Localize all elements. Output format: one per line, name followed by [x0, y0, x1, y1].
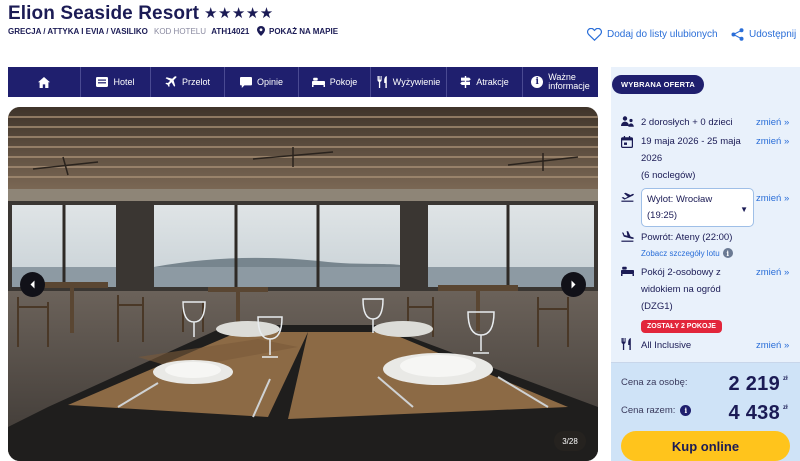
nav-hotel-label: Hotel: [113, 77, 135, 87]
travelers-value: 2 dorosłych + 0 dzieci: [641, 117, 733, 128]
departure-line1: Wylot: Wrocław: [647, 194, 713, 205]
hotel-code-label: KOD HOTELU: [154, 27, 207, 36]
show-on-map-label: POKAŻ NA MAPIE: [269, 26, 339, 36]
price-total-label: Cena razem:: [621, 405, 676, 416]
home-icon: [38, 76, 50, 88]
room-line3: (DZG1): [641, 301, 673, 312]
nights-value: (6 noclegów): [641, 170, 696, 181]
add-to-favorites-link[interactable]: Dodaj do listy ulubionych: [587, 28, 718, 41]
gallery-counter: 3/28: [554, 431, 586, 451]
chevron-right-icon: [571, 280, 576, 289]
nav-reviews[interactable]: Opinie: [224, 67, 298, 97]
dates-line2: 2026: [641, 153, 663, 164]
star-rating: ★★★★★: [204, 5, 274, 22]
nav-rooms-label: Pokoje: [329, 77, 358, 87]
gallery-photo: [8, 107, 598, 461]
dates-value: 19 maja 2026 - 25 maja 2026 (6 noclegów): [641, 133, 741, 184]
plane-departure-icon: [621, 192, 634, 202]
change-board-link[interactable]: zmień »: [756, 340, 789, 351]
nav-important-info-label: Ważne informacje: [548, 73, 590, 91]
hotel-icon: [96, 77, 109, 87]
cutlery-icon: [377, 76, 387, 88]
bed-icon: [621, 266, 634, 276]
nav-board-label: Wyżywienie: [392, 77, 441, 87]
signpost-icon: [460, 76, 472, 88]
chat-icon: [239, 76, 252, 88]
price-per-person-label: Cena za osobę:: [621, 377, 688, 388]
plane-arrival-icon: [621, 231, 634, 242]
info-icon: i: [722, 248, 733, 258]
info-icon[interactable]: i: [680, 405, 692, 416]
nav-important-info[interactable]: i Ważne informacje: [522, 67, 598, 97]
caret-down-icon: ▼: [740, 205, 748, 214]
price-total-currency: zł: [783, 405, 788, 411]
flight-details-label: Zobacz szczegóły lotu: [641, 248, 720, 258]
nav-reviews-label: Opinie: [256, 77, 283, 87]
share-label: Udostępnij: [749, 29, 797, 40]
flight-details-link[interactable]: Zobacz szczegóły lotu i: [641, 248, 733, 258]
buy-online-button[interactable]: Kup online: [621, 431, 790, 461]
nav-flight-label: Przelot: [181, 77, 210, 87]
chevron-left-icon: [30, 280, 35, 289]
dates-line1: 19 maja 2026 - 25 maja: [641, 136, 741, 147]
nav-flight[interactable]: Przelot: [150, 67, 224, 97]
price-total-label-wrap: Cena razem: i: [621, 405, 692, 416]
room-line2: widokiem na ogród: [641, 284, 721, 295]
board-value: All Inclusive: [641, 340, 692, 351]
room-line1: Pokój 2-osobowy z: [641, 267, 721, 278]
nav-attractions-label: Atrakcje: [476, 77, 509, 87]
departure-airport-select[interactable]: Wylot: Wrocław (19:25) ▼: [641, 188, 754, 227]
rooms-left-badge: ZOSTAŁY 2 POKOJE: [641, 320, 722, 333]
share-icon: [731, 28, 744, 41]
map-pin-icon: [257, 26, 265, 36]
price-per-person-value: 2 219: [728, 373, 780, 395]
departure-line2: (19:25): [647, 210, 678, 221]
price-per-person-currency: zł: [783, 376, 788, 382]
calendar-icon: [621, 136, 633, 148]
nav-home[interactable]: [8, 67, 80, 97]
price-total-value: 4 438: [728, 402, 780, 424]
gallery-prev-button[interactable]: [20, 272, 45, 297]
change-travelers-link[interactable]: zmień »: [756, 117, 789, 128]
section-nav: Hotel Przelot Opinie Pokoje Wyżywienie A…: [8, 67, 598, 97]
people-icon: [621, 116, 634, 127]
plane-icon: [165, 76, 177, 87]
return-value: Powrót: Ateny (22:00): [641, 232, 733, 243]
change-dates-link[interactable]: zmień »: [756, 136, 789, 147]
add-to-favorites-label: Dodaj do listy ulubionych: [607, 29, 718, 40]
nav-important-info-line2: informacje: [548, 81, 590, 91]
info-icon: i: [531, 76, 544, 88]
selected-offer-badge: WYBRANA OFERTA: [612, 75, 705, 94]
breadcrumb[interactable]: GRECJA / ATTYKA I EVIA / VASILIKO: [8, 27, 148, 36]
photo-gallery[interactable]: [8, 107, 598, 461]
hotel-code: KOD HOTELU ATH14021: [154, 27, 249, 36]
nav-hotel[interactable]: Hotel: [80, 67, 150, 97]
show-on-map-link[interactable]: POKAŻ NA MAPIE: [257, 26, 338, 36]
change-room-link[interactable]: zmień »: [756, 267, 789, 278]
bed-icon: [311, 77, 325, 87]
heart-icon: [587, 28, 602, 41]
hotel-name: Elion Seaside Resort: [8, 3, 200, 24]
hotel-code-value: ATH14021: [211, 27, 250, 36]
room-value: Pokój 2-osobowy z widokiem na ogród (DZG…: [641, 264, 721, 315]
gallery-next-button[interactable]: [561, 272, 586, 297]
nav-board[interactable]: Wyżywienie: [370, 67, 446, 97]
change-departure-link[interactable]: zmień »: [756, 193, 789, 204]
share-link[interactable]: Udostępnij: [731, 28, 796, 41]
nav-rooms[interactable]: Pokoje: [298, 67, 370, 97]
cutlery-icon: [621, 338, 631, 350]
nav-attractions[interactable]: Atrakcje: [446, 67, 522, 97]
